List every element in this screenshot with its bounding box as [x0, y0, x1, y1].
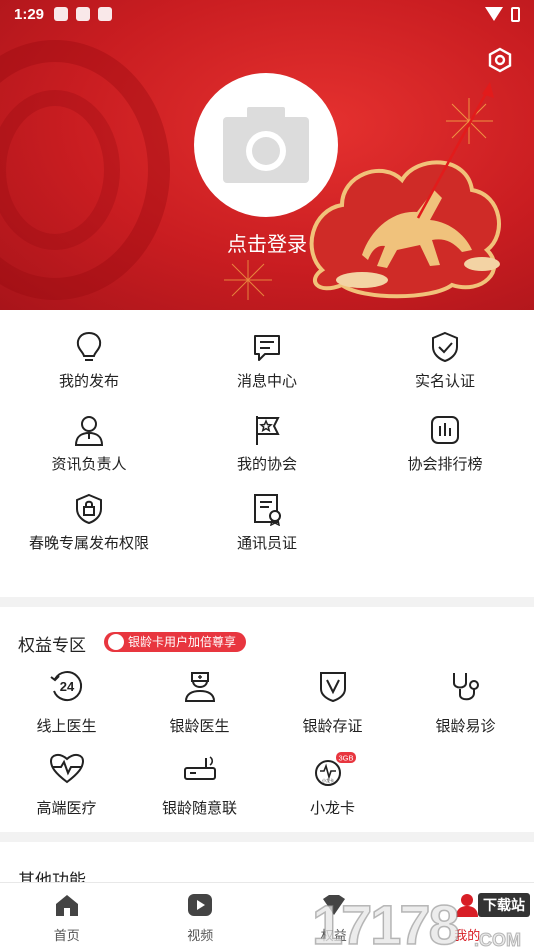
profile-header: 1:29 点击登录	[0, 0, 534, 310]
wifi-icon	[485, 7, 503, 21]
doctor-icon	[184, 672, 215, 702]
tab-home[interactable]: 首页	[0, 883, 134, 950]
menu-item-label: 我的发布	[58, 373, 119, 390]
certificate-icon	[254, 494, 281, 526]
crown-icon	[108, 634, 124, 650]
benefit-label: 银龄医生	[169, 718, 230, 735]
router-icon	[183, 756, 216, 780]
menu-item-messages[interactable]: 消息中心	[178, 330, 356, 393]
sim-card-icon: 小龙卡 3GB	[314, 752, 356, 786]
status-bar: 1:29	[0, 0, 534, 28]
settings-gear-icon[interactable]	[486, 46, 514, 74]
notification-icon	[54, 7, 69, 21]
section-title: 权益专区	[18, 636, 86, 655]
message-icon	[254, 335, 280, 361]
data-tag: 3GB	[338, 754, 353, 763]
menu-item-label: 消息中心	[236, 373, 297, 390]
menu-item-news-owner[interactable]: 资讯负责人	[0, 413, 178, 476]
menu-item-my-posts[interactable]: 我的发布	[0, 330, 178, 393]
menu-item-real-name-auth[interactable]: 实名认证	[356, 330, 534, 393]
avatar-button[interactable]	[194, 73, 338, 217]
benefit-label: 高端医疗	[36, 800, 97, 817]
badge-label: 银龄卡用户加倍尊享	[128, 635, 237, 649]
notification-icon	[98, 7, 113, 21]
svg-text:.COM: .COM	[474, 930, 521, 950]
battery-icon	[511, 6, 520, 22]
firework-decoration	[224, 260, 272, 300]
svg-text:小龙卡: 小龙卡	[322, 777, 334, 783]
benefit-silver-evidence[interactable]: 银龄存证	[266, 669, 399, 736]
menu-item-label: 我的协会	[236, 456, 297, 473]
benefit-label: 线上医生	[36, 718, 97, 735]
tab-label: 视频	[187, 928, 214, 943]
menu-item-label: 实名认证	[414, 373, 475, 390]
shield-v-icon	[319, 672, 346, 703]
flag-star-icon	[256, 416, 280, 445]
menu-item-gala-permission[interactable]: 春晚专属发布权限	[0, 492, 178, 555]
menu-item-label: 资讯负责人	[51, 456, 127, 473]
benefit-label: 银龄存证	[302, 718, 363, 735]
bar-chart-icon	[431, 416, 459, 444]
arrow-annotation	[416, 82, 494, 219]
menu-item-label: 通讯员证	[236, 535, 297, 552]
benefit-online-doctor[interactable]: 24 线上医生	[0, 669, 133, 736]
play-icon	[188, 894, 213, 916]
benefits-card: 权益专区 银龄卡用户加倍尊享 24 线上医生 银龄医生 银龄存证 银龄易诊 高端…	[0, 607, 534, 832]
menu-item-label: 春晚专属发布权限	[29, 535, 150, 552]
user-menu-card: 我的发布 消息中心 实名认证 资讯负责人 我的协会 协会排行榜 春晚专属发布权限…	[0, 310, 534, 597]
benefit-silver-anytime-link[interactable]: 银龄随意联	[133, 751, 266, 818]
shield-check-icon	[432, 331, 458, 363]
shield-lock-icon	[76, 493, 102, 525]
tab-label: 首页	[53, 928, 80, 943]
menu-item-label: 协会排行榜	[407, 456, 483, 473]
menu-item-my-association[interactable]: 我的协会	[178, 413, 356, 476]
stethoscope-icon	[452, 673, 479, 701]
benefit-premium-medical[interactable]: 高端医疗	[0, 751, 133, 818]
menu-item-association-ranking[interactable]: 协会排行榜	[356, 413, 534, 476]
silver-card-badge[interactable]: 银龄卡用户加倍尊享	[104, 632, 247, 652]
notification-icon	[76, 7, 91, 21]
benefit-silver-doctor[interactable]: 银龄医生	[133, 669, 266, 736]
status-time: 1:29	[14, 5, 45, 23]
24h-icon: 24	[49, 671, 82, 701]
watermark-site-label: 下载站	[478, 893, 530, 917]
login-link[interactable]: 点击登录	[0, 228, 534, 257]
lightbulb-icon	[76, 331, 102, 361]
benefit-label: 银龄易诊	[435, 718, 496, 735]
svg-text:17178: 17178	[312, 893, 459, 950]
tab-video[interactable]: 视频	[134, 883, 268, 950]
benefit-label: 小龙卡	[309, 800, 355, 817]
benefit-silver-easy-diagnosis[interactable]: 银龄易诊	[399, 669, 532, 736]
benefit-label: 银龄随意联	[161, 800, 237, 817]
heart-pulse-icon	[49, 753, 84, 784]
camera-icon	[223, 107, 309, 183]
person-icon	[74, 416, 104, 446]
home-icon	[55, 895, 78, 916]
benefit-xiaolong-card[interactable]: 小龙卡 3GB 小龙卡	[266, 751, 399, 818]
menu-item-correspondent-card[interactable]: 通讯员证	[178, 492, 356, 555]
svg-text:24: 24	[59, 679, 74, 694]
